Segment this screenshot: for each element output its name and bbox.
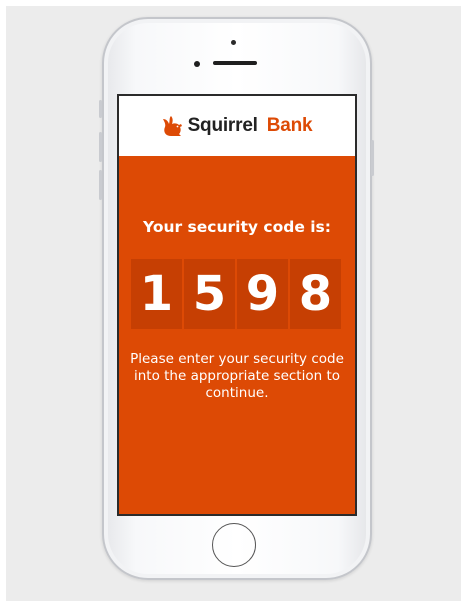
security-code-heading: Your security code is:	[143, 218, 331, 236]
instruction-message: Please enter your security code into the…	[130, 351, 344, 401]
home-button[interactable]	[212, 523, 256, 567]
squirrel-bank-logo: Squirrel Bank	[162, 115, 313, 137]
brand-name-primary: Squirrel	[187, 115, 258, 136]
code-digit-4: 8	[290, 259, 341, 329]
proximity-sensor	[194, 61, 200, 67]
code-digit-2: 5	[184, 259, 235, 329]
front-camera	[231, 40, 236, 45]
volume-down-button	[99, 170, 102, 200]
squirrel-icon	[162, 116, 182, 136]
code-digit-1: 1	[131, 259, 182, 329]
mute-switch	[99, 100, 102, 118]
volume-up-button	[99, 132, 102, 162]
code-digit-3: 9	[237, 259, 288, 329]
security-code-display: 1 5 9 8	[131, 259, 341, 329]
app-header: Squirrel Bank	[119, 96, 355, 156]
brand-name-accent: Bank	[266, 115, 313, 136]
earpiece-speaker	[213, 61, 257, 65]
power-button	[371, 140, 374, 176]
phone-screen: Squirrel Bank Your security code is: 1 5…	[117, 94, 357, 516]
